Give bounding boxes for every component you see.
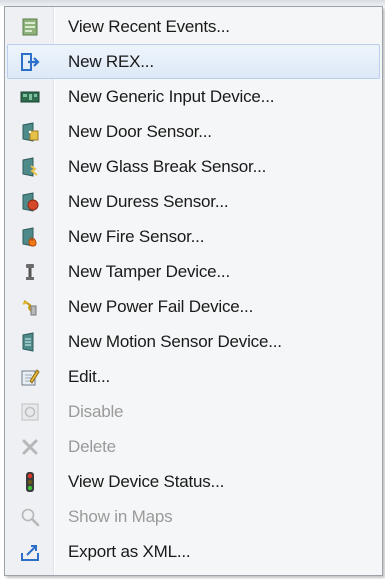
menu-item-label: New Duress Sensor... — [68, 191, 229, 211]
menu-item-new-door-sensor[interactable]: New Door Sensor... — [7, 114, 380, 149]
menu-item-label: View Recent Events... — [68, 16, 230, 36]
menu-item-label: New Glass Break Sensor... — [68, 156, 267, 176]
menu-item-new-glass-break-sensor[interactable]: New Glass Break Sensor... — [7, 149, 380, 184]
show-in-maps-icon — [8, 500, 52, 533]
context-menu: View Recent Events... New REX... New Gen… — [4, 6, 383, 576]
menu-item-label: New REX... — [68, 51, 154, 71]
menu-item-label: Disable — [68, 401, 124, 421]
menu-item-label: New Fire Sensor... — [68, 226, 205, 246]
menu-item-edit[interactable]: Edit... — [7, 359, 380, 394]
menu-item-new-power-fail-device[interactable]: New Power Fail Device... — [7, 289, 380, 324]
menu-item-label: Edit... — [68, 366, 111, 386]
menu-item-view-device-status[interactable]: View Device Status... — [7, 464, 380, 499]
menu-item-view-recent-events[interactable]: View Recent Events... — [7, 9, 380, 44]
tamper-device-icon — [8, 255, 52, 288]
delete-icon — [8, 430, 52, 463]
disable-icon — [8, 395, 52, 428]
recent-events-icon — [8, 10, 52, 43]
menu-item-label: Export as XML... — [68, 541, 191, 561]
menu-item-label: View Device Status... — [68, 471, 225, 491]
menu-item-label: New Tamper Device... — [68, 261, 230, 281]
generic-input-device-icon — [8, 80, 52, 113]
menu-item-new-tamper-device[interactable]: New Tamper Device... — [7, 254, 380, 289]
menu-item-new-motion-sensor-device[interactable]: New Motion Sensor Device... — [7, 324, 380, 359]
menu-item-label: New Motion Sensor Device... — [68, 331, 282, 351]
edit-icon — [8, 360, 52, 393]
menu-item-label: Show in Maps — [68, 506, 173, 526]
menu-item-label: New Door Sensor... — [68, 121, 212, 141]
menu-items: View Recent Events... New REX... New Gen… — [5, 9, 382, 569]
menu-item-show-in-maps[interactable]: Show in Maps — [7, 499, 380, 534]
menu-item-new-generic-input-device[interactable]: New Generic Input Device... — [7, 79, 380, 114]
export-xml-icon — [8, 535, 52, 568]
motion-sensor-icon — [8, 325, 52, 358]
menu-item-new-fire-sensor[interactable]: New Fire Sensor... — [7, 219, 380, 254]
device-status-icon — [8, 465, 52, 498]
power-fail-device-icon — [8, 290, 52, 323]
menu-item-disable[interactable]: Disable — [7, 394, 380, 429]
rex-exit-icon — [8, 45, 52, 78]
duress-sensor-icon — [8, 185, 52, 218]
menu-item-new-duress-sensor[interactable]: New Duress Sensor... — [7, 184, 380, 219]
menu-item-label: Delete — [68, 436, 116, 456]
menu-item-delete[interactable]: Delete — [7, 429, 380, 464]
glass-break-sensor-icon — [8, 150, 52, 183]
fire-sensor-icon — [8, 220, 52, 253]
menu-item-new-rex[interactable]: New REX... — [7, 44, 380, 79]
menu-item-export-as-xml[interactable]: Export as XML... — [7, 534, 380, 569]
menu-item-label: New Generic Input Device... — [68, 86, 275, 106]
menu-item-label: New Power Fail Device... — [68, 296, 254, 316]
door-sensor-icon — [8, 115, 52, 148]
